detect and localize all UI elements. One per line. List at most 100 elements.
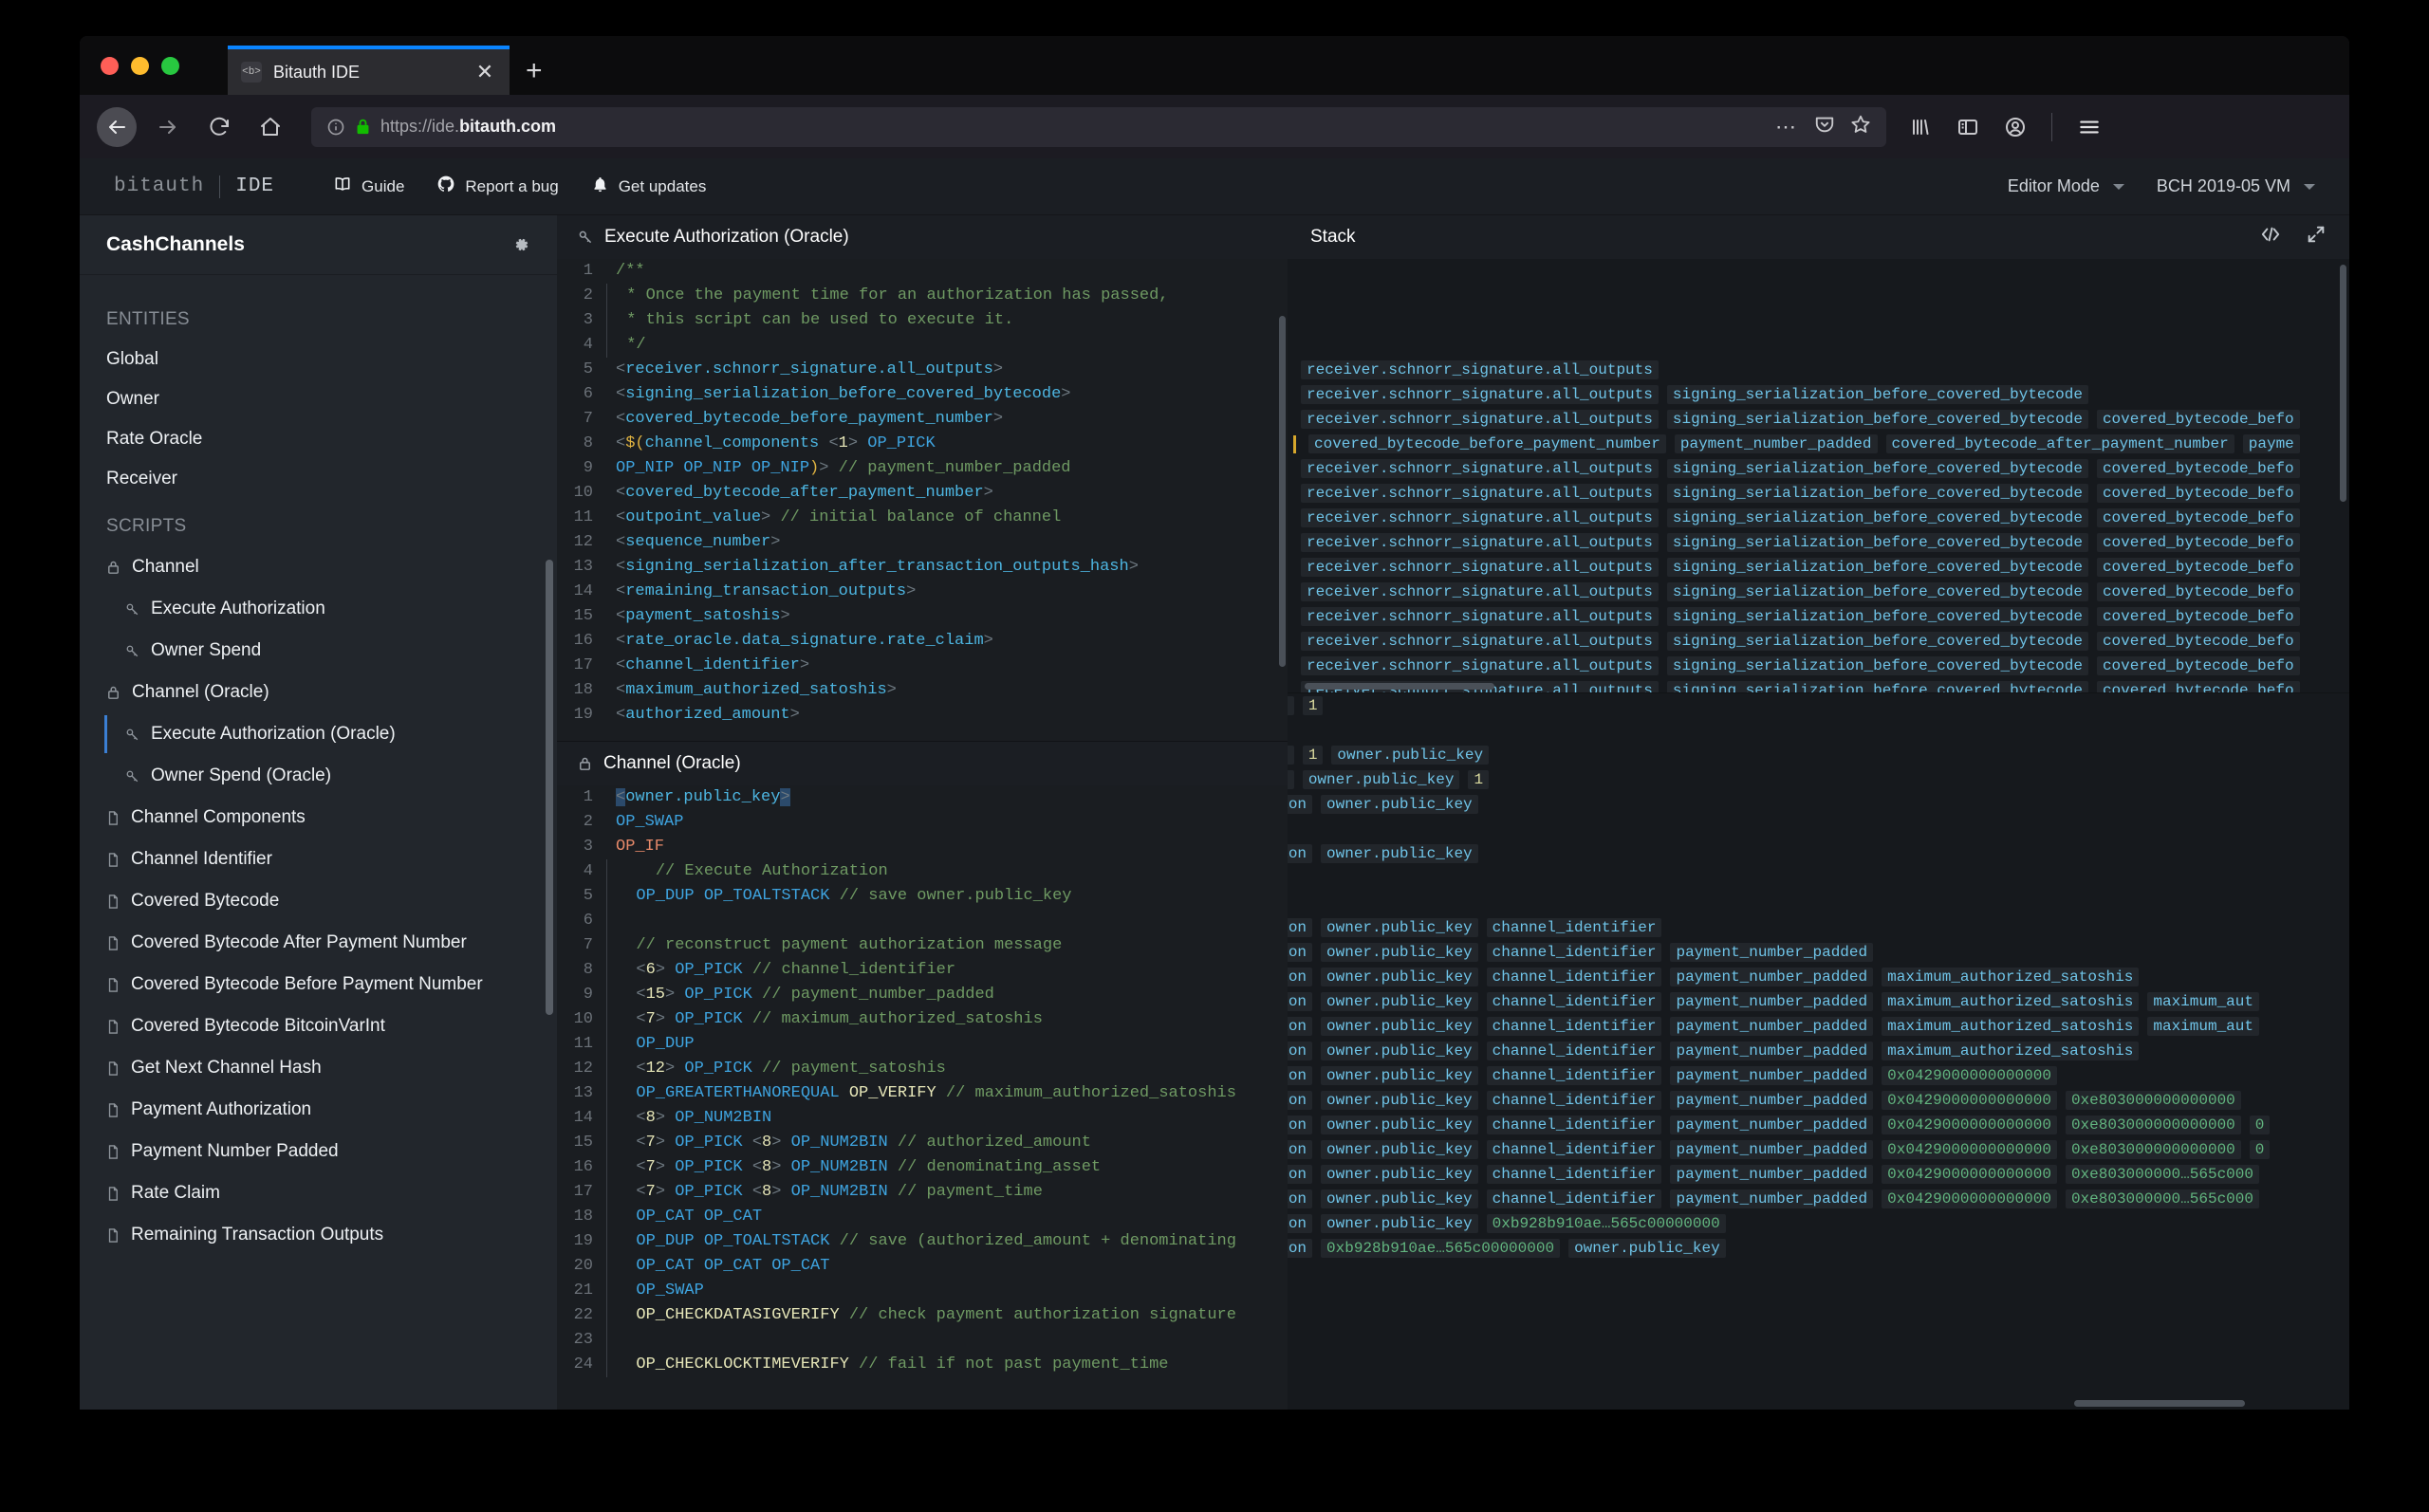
browser-tab[interactable]: <b> Bitauth IDE ✕	[228, 46, 510, 95]
stack-row[interactable]	[1288, 891, 2349, 915]
sidebar-item-execute-authorization[interactable]: Execute Authorization	[80, 588, 557, 630]
sidebar-group-channel[interactable]: Channel	[80, 546, 557, 588]
code-line[interactable]: 4 // Execute Authorization	[557, 859, 1288, 884]
sidebar-item-execute-authorization-oracle[interactable]: Execute Authorization (Oracle)	[80, 713, 557, 755]
stack-row[interactable]: norizationowner.public_keychannel_identi…	[1288, 1039, 2349, 1063]
stack-row[interactable]: receiver.schnorr_signature.all_outputssi…	[1288, 407, 2349, 432]
code-line[interactable]: 7<covered_bytecode_before_payment_number…	[557, 407, 1288, 432]
code-line[interactable]: 11 OP_DUP	[557, 1032, 1288, 1057]
minimize-window-button[interactable]	[131, 57, 149, 75]
editor-mode-select[interactable]: Editor Mode	[2008, 176, 2124, 196]
code-line[interactable]: 14<remaining_transaction_outputs>	[557, 580, 1288, 604]
stack-row[interactable]: norizationowner.public_keychannel_identi…	[1288, 1088, 2349, 1113]
home-icon[interactable]	[250, 107, 290, 147]
stack-row[interactable]: rization1owner.public_key	[1288, 743, 2349, 767]
sidebar-item-script-file[interactable]: Covered Bytecode After Payment Number	[80, 922, 557, 964]
stack-row[interactable]	[1288, 718, 2349, 743]
code-line[interactable]: 10 <7> OP_PICK // maximum_authorized_sat…	[557, 1007, 1288, 1032]
stack-row[interactable]: norizationowner.public_keychannel_identi…	[1288, 1137, 2349, 1162]
info-circle-icon[interactable]	[326, 118, 345, 137]
account-circle-icon[interactable]	[2004, 116, 2027, 138]
library-icon[interactable]	[1909, 116, 1932, 138]
stack-horizontal-scrollbar-thumb[interactable]	[1305, 683, 1494, 690]
report-bug-link[interactable]: Report a bug	[436, 175, 558, 198]
ellipsis-icon[interactable]: ⋯	[1775, 121, 1799, 133]
code-line[interactable]: 8 <6> OP_PICK // channel_identifier	[557, 958, 1288, 983]
stack-row[interactable]	[1288, 308, 2349, 333]
editor-bottom-code[interactable]: 1<owner.public_key>2OP_SWAP3OP_IF4 // Ex…	[557, 785, 1288, 1410]
code-line[interactable]: 6<signing_serialization_before_covered_b…	[557, 382, 1288, 407]
stack-row[interactable]	[1288, 866, 2349, 891]
forward-arrow-icon[interactable]	[148, 107, 188, 147]
stack-top-rows[interactable]: receiver.schnorr_signature.all_outputsre…	[1288, 259, 2349, 692]
code-line[interactable]: 10<covered_bytecode_after_payment_number…	[557, 481, 1288, 506]
code-line[interactable]: 8<$(channel_components <1> OP_PICK	[557, 432, 1288, 456]
sidebar-scroll-area[interactable]: ENTITIES Global Owner Rate Oracle Receiv…	[80, 275, 557, 1410]
sidebar-item-script-file[interactable]: Channel Components	[80, 797, 557, 839]
maximize-window-button[interactable]	[161, 57, 179, 75]
stack-bottom-horizontal-scrollbar-thumb[interactable]	[2074, 1400, 2245, 1407]
code-brackets-icon[interactable]	[2260, 225, 2281, 249]
stack-row[interactable]: norizationowner.public_keychannel_identi…	[1288, 940, 2349, 965]
stack-row[interactable]: covered_bytecode_before_payment_numberpa…	[1288, 432, 2349, 456]
code-line[interactable]: 5 OP_DUP OP_TOALTSTACK // save owner.pub…	[557, 884, 1288, 909]
stack-row[interactable]: receiver.schnorr_signature.all_outputssi…	[1288, 382, 2349, 407]
code-line[interactable]: 18<maximum_authorized_satoshis>	[557, 678, 1288, 703]
code-line[interactable]: 1<owner.public_key>	[557, 785, 1288, 810]
sidebar-item-owner-spend[interactable]: Owner Spend	[80, 630, 557, 672]
code-line[interactable]: 6	[557, 909, 1288, 933]
stack-row[interactable]: norization0xb928b910ae…565c00000000owner…	[1288, 1236, 2349, 1261]
sidebar-item-script-file[interactable]: Payment Number Padded	[80, 1131, 557, 1172]
code-line[interactable]: 21 OP_SWAP	[557, 1279, 1288, 1303]
stack-row[interactable]	[1288, 284, 2349, 308]
editor-top-code[interactable]: 1/**2 * Once the payment time for an aut…	[557, 259, 1288, 741]
stack-row[interactable]: receiver.schnorr_signature.all_outputssi…	[1288, 456, 2349, 481]
stack-row[interactable]: receiver.schnorr_signature.all_outputssi…	[1288, 555, 2349, 580]
vm-select[interactable]: BCH 2019-05 VM	[2157, 176, 2315, 196]
sidebar-item-global[interactable]: Global	[80, 340, 557, 379]
stack-row[interactable]: receiver.schnorr_signature.all_outputs	[1288, 358, 2349, 382]
app-logo[interactable]: bitauth IDE	[114, 175, 274, 198]
stack-row[interactable]: norizationowner.public_key0xb928b910ae…5…	[1288, 1211, 2349, 1236]
code-line[interactable]: 17 <7> OP_PICK <8> OP_NUM2BIN // payment…	[557, 1180, 1288, 1205]
code-line[interactable]: 16 <7> OP_PICK <8> OP_NUM2BIN // denomin…	[557, 1155, 1288, 1180]
sidebar-item-owner-spend-oracle[interactable]: Owner Spend (Oracle)	[80, 755, 557, 797]
sidebar-item-script-file[interactable]: Covered Bytecode BitcoinVarInt	[80, 1005, 557, 1047]
url-bar[interactable]: https://ide.bitauth.com ⋯	[311, 107, 1886, 147]
close-icon[interactable]: ✕	[473, 62, 496, 83]
code-line[interactable]: 20 OP_CAT OP_CAT OP_CAT	[557, 1254, 1288, 1279]
code-line[interactable]: 14 <8> OP_NUM2BIN	[557, 1106, 1288, 1131]
stack-row[interactable]: rization1	[1288, 693, 2349, 718]
code-line[interactable]: 15<payment_satoshis>	[557, 604, 1288, 629]
pocket-icon[interactable]	[1814, 114, 1835, 139]
stack-row[interactable]: rizationowner.public_key1	[1288, 767, 2349, 792]
code-line[interactable]: 11<outpoint_value> // initial balance of…	[557, 506, 1288, 530]
sidebar-item-script-file[interactable]: Covered Bytecode Before Payment Number	[80, 964, 557, 1005]
code-line[interactable]: 7 // reconstruct payment authorization m…	[557, 933, 1288, 958]
stack-row[interactable]	[1288, 333, 2349, 358]
stack-row[interactable]: receiver.schnorr_signature.all_outputssi…	[1288, 654, 2349, 678]
stack-row[interactable]	[1288, 259, 2349, 284]
plus-icon[interactable]: +	[526, 57, 543, 85]
sidebar-item-script-file[interactable]: Remaining Transaction Outputs	[80, 1214, 557, 1256]
stack-row[interactable]: receiver.schnorr_signature.all_outputssi…	[1288, 506, 2349, 530]
stack-vertical-scrollbar-thumb[interactable]	[2340, 265, 2346, 502]
sidebar-icon[interactable]	[1956, 116, 1979, 138]
stack-row[interactable]: receiver.schnorr_signature.all_outputssi…	[1288, 629, 2349, 654]
expand-arrows-icon[interactable]	[2306, 224, 2327, 250]
reload-icon[interactable]	[199, 107, 239, 147]
back-arrow-icon[interactable]	[97, 107, 137, 147]
stack-row[interactable]: norizationowner.public_keychannel_identi…	[1288, 915, 2349, 940]
stack-row[interactable]: receiver.schnorr_signature.all_outputssi…	[1288, 481, 2349, 506]
stack-row[interactable]: receiver.schnorr_signature.all_outputssi…	[1288, 604, 2349, 629]
code-line[interactable]: 19<authorized_amount>	[557, 703, 1288, 728]
code-line[interactable]: 15 <7> OP_PICK <8> OP_NUM2BIN // authori…	[557, 1131, 1288, 1155]
code-line[interactable]: 13 OP_GREATERTHANOREQUAL OP_VERIFY // ma…	[557, 1081, 1288, 1106]
stack-bottom-rows[interactable]: rization1 rization1owner.public_keyrizat…	[1288, 693, 2349, 1410]
stack-row[interactable]	[1288, 817, 2349, 841]
get-updates-link[interactable]: Get updates	[591, 175, 707, 198]
stack-row[interactable]: norizationowner.public_keychannel_identi…	[1288, 1187, 2349, 1211]
close-window-button[interactable]	[101, 57, 119, 75]
stack-row[interactable]: norizationowner.public_keychannel_identi…	[1288, 989, 2349, 1014]
code-line[interactable]: 22 OP_CHECKDATASIGVERIFY // check paymen…	[557, 1303, 1288, 1328]
